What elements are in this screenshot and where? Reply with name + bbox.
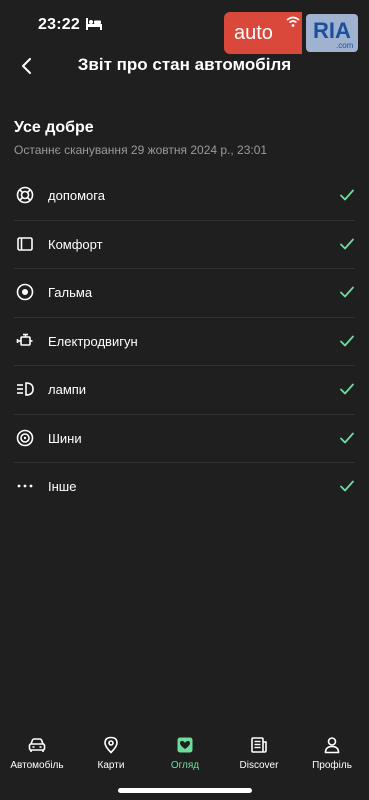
list-item-label: допомога bbox=[48, 188, 105, 203]
sleep-mode-icon bbox=[86, 18, 102, 30]
nav-item-profile[interactable]: Профіль bbox=[295, 728, 369, 771]
nav-label: Автомобіль bbox=[10, 760, 64, 771]
car-icon bbox=[28, 738, 46, 752]
last-scan-text: Останнє сканування 29 жовтня 2024 р., 23… bbox=[14, 143, 268, 157]
list-item-label: лампи bbox=[48, 382, 87, 397]
check-icon bbox=[340, 432, 354, 443]
check-icon bbox=[340, 480, 354, 492]
nav-label: Карти bbox=[97, 760, 125, 771]
list-item[interactable]: допомога bbox=[14, 172, 355, 221]
list-item[interactable]: Комфорт bbox=[14, 221, 355, 269]
header: Звіт про стан автомобіля bbox=[0, 50, 369, 82]
list-item[interactable]: лампи bbox=[14, 366, 355, 415]
check-icon bbox=[340, 238, 354, 249]
heart-icon bbox=[177, 737, 193, 753]
list-item[interactable]: Інше bbox=[14, 463, 355, 512]
lifebuoy-icon bbox=[16, 186, 34, 204]
nav-item-car[interactable]: Автомобіль bbox=[0, 728, 74, 771]
map-pin-icon bbox=[104, 736, 118, 754]
brake-icon bbox=[16, 283, 34, 301]
list-item-label: Комфорт bbox=[48, 236, 103, 252]
summary-title: Усе добре bbox=[14, 119, 94, 136]
news-icon bbox=[251, 737, 267, 753]
more-icon bbox=[17, 484, 33, 488]
status-summary: Усе добре Останнє сканування 29 жовтня 2… bbox=[14, 119, 267, 157]
check-icon bbox=[340, 189, 354, 201]
engine-icon bbox=[16, 333, 33, 346]
page-title: Звіт про стан автомобіля bbox=[77, 55, 292, 74]
list-item-label: Електродвигун bbox=[48, 333, 138, 349]
list-item[interactable]: Шини bbox=[14, 415, 355, 463]
wifi-icon bbox=[286, 16, 300, 27]
headlight-icon bbox=[17, 382, 34, 396]
nav-item-discover[interactable]: Discover bbox=[222, 728, 296, 771]
nav-label: Discover bbox=[239, 760, 279, 771]
nav-label: Огляд bbox=[170, 760, 200, 771]
check-icon bbox=[340, 286, 354, 298]
nav-item-maps[interactable]: Карти bbox=[74, 728, 148, 771]
seat-icon bbox=[17, 236, 33, 251]
bottom-nav: Автомобіль Карти Огляд Discover Профіль bbox=[0, 728, 369, 778]
home-indicator[interactable] bbox=[118, 788, 252, 793]
list-item[interactable]: Гальма bbox=[14, 269, 355, 318]
watermark-domain-text: .com bbox=[336, 41, 354, 50]
tire-icon bbox=[16, 429, 34, 446]
list-item[interactable]: Електродвигун bbox=[14, 318, 355, 366]
list-item-label: Шини bbox=[48, 430, 82, 446]
person-icon bbox=[324, 737, 340, 754]
health-check-list: допомога Комфорт Гальма Електродвигун ла… bbox=[0, 172, 369, 512]
nav-item-overview[interactable]: Огляд bbox=[148, 728, 222, 771]
autoria-watermark: auto RIA .com bbox=[224, 12, 358, 54]
check-icon bbox=[340, 383, 354, 395]
list-item-label: Інше bbox=[48, 479, 77, 494]
list-item-label: Гальма bbox=[48, 285, 93, 300]
nav-label: Профіль bbox=[312, 760, 352, 771]
check-icon bbox=[340, 335, 354, 346]
status-time: 23:22 bbox=[38, 16, 80, 33]
